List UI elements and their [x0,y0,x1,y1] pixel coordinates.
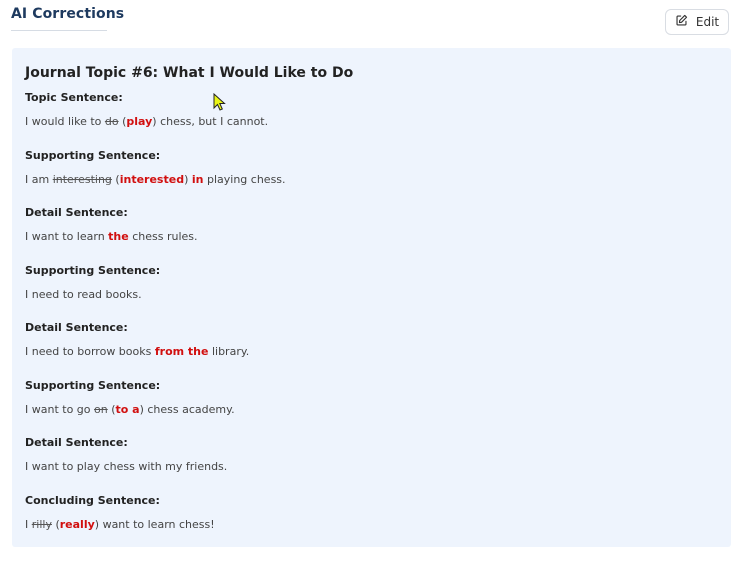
section-label: Supporting Sentence: [25,379,161,392]
sentence-text: I need to read books. [25,288,142,301]
deleted-text: rilly [31,518,52,531]
sentence-section: Supporting Sentence: I am interesting (in… [25,149,286,187]
section-sentence: I want to go on (to a) chess academy. [25,403,235,417]
section-label: Supporting Sentence: [25,264,161,277]
correction-text: play [126,115,153,128]
section-sentence: I want to learn the chess rules. [25,230,198,244]
section-label: Detail Sentence: [25,321,128,334]
sentence-text: I need to borrow books [25,345,155,358]
sentence-text: ( [107,403,116,416]
sentence-text: ) want to learn chess! [94,518,215,531]
section-sentence: I need to read books. [25,288,160,302]
sentence-text: chess rules. [128,230,198,243]
deleted-text: interesting [52,173,112,186]
sentence-text: library. [208,345,250,358]
correction-text: from the [154,345,209,358]
sentence-text: ( [51,518,60,531]
sentence-section: Detail Sentence: I want to learn the ches… [25,206,198,244]
section-label: Detail Sentence: [25,206,128,219]
sentence-text: ) chess academy. [139,403,235,416]
corrections-panel: Journal Topic #6: What I Would Like to D… [12,48,731,547]
section-sentence: I would like to do (play) chess, but I c… [25,115,268,129]
section-sentence: I am interesting (interested) in playing… [25,173,286,187]
correction-text: to a [115,403,140,416]
sentence-text: I want to learn [25,230,109,243]
sentence-text: I want to play chess with my friends. [25,460,228,473]
title-underline [11,30,107,31]
sentence-section: Supporting Sentence: I want to go on (to … [25,379,235,417]
section-label: Topic Sentence: [25,91,123,104]
sentence-text: ( [111,173,120,186]
section-sentence: I rilly (really) want to learn chess! [25,518,215,532]
deleted-text: on [94,403,108,416]
deleted-text: do [104,115,119,128]
sentence-text: ) [184,173,192,186]
correction-text: really [59,518,95,531]
mouse-pointer-icon [213,92,227,117]
sentence-section: Topic Sentence: I would like to do (play)… [25,91,268,129]
sentence-text: I [25,518,32,531]
section-label: Concluding Sentence: [25,494,160,507]
correction-text: interested [119,173,185,186]
edit-button-label: Edit [695,15,720,29]
section-sentence: I need to borrow books from the library. [25,345,249,359]
edit-pencil-icon [675,14,688,30]
sentence-text: I am [25,173,53,186]
page-title: AI Corrections [11,6,125,22]
sentence-section: Detail Sentence: I need to borrow books f… [25,321,249,359]
sentence-text: I want to go [25,403,95,416]
correction-text: the [108,230,129,243]
sentence-text: ) chess, but I cannot. [152,115,269,128]
sentence-section: Concluding Sentence: I rilly (really) wan… [25,494,215,532]
sentence-text: playing chess. [203,173,286,186]
section-label: Detail Sentence: [25,436,128,449]
edit-button[interactable]: Edit [665,9,729,35]
section-sentence: I want to play chess with my friends. [25,460,227,474]
correction-text: in [191,173,204,186]
sentence-section: Supporting Sentence: I need to read books… [25,264,160,302]
section-label: Supporting Sentence: [25,149,161,162]
sentence-text: I would like to [25,115,105,128]
journal-title: Journal Topic #6: What I Would Like to D… [25,65,354,81]
sentence-section: Detail Sentence: I want to play chess wit… [25,436,227,474]
